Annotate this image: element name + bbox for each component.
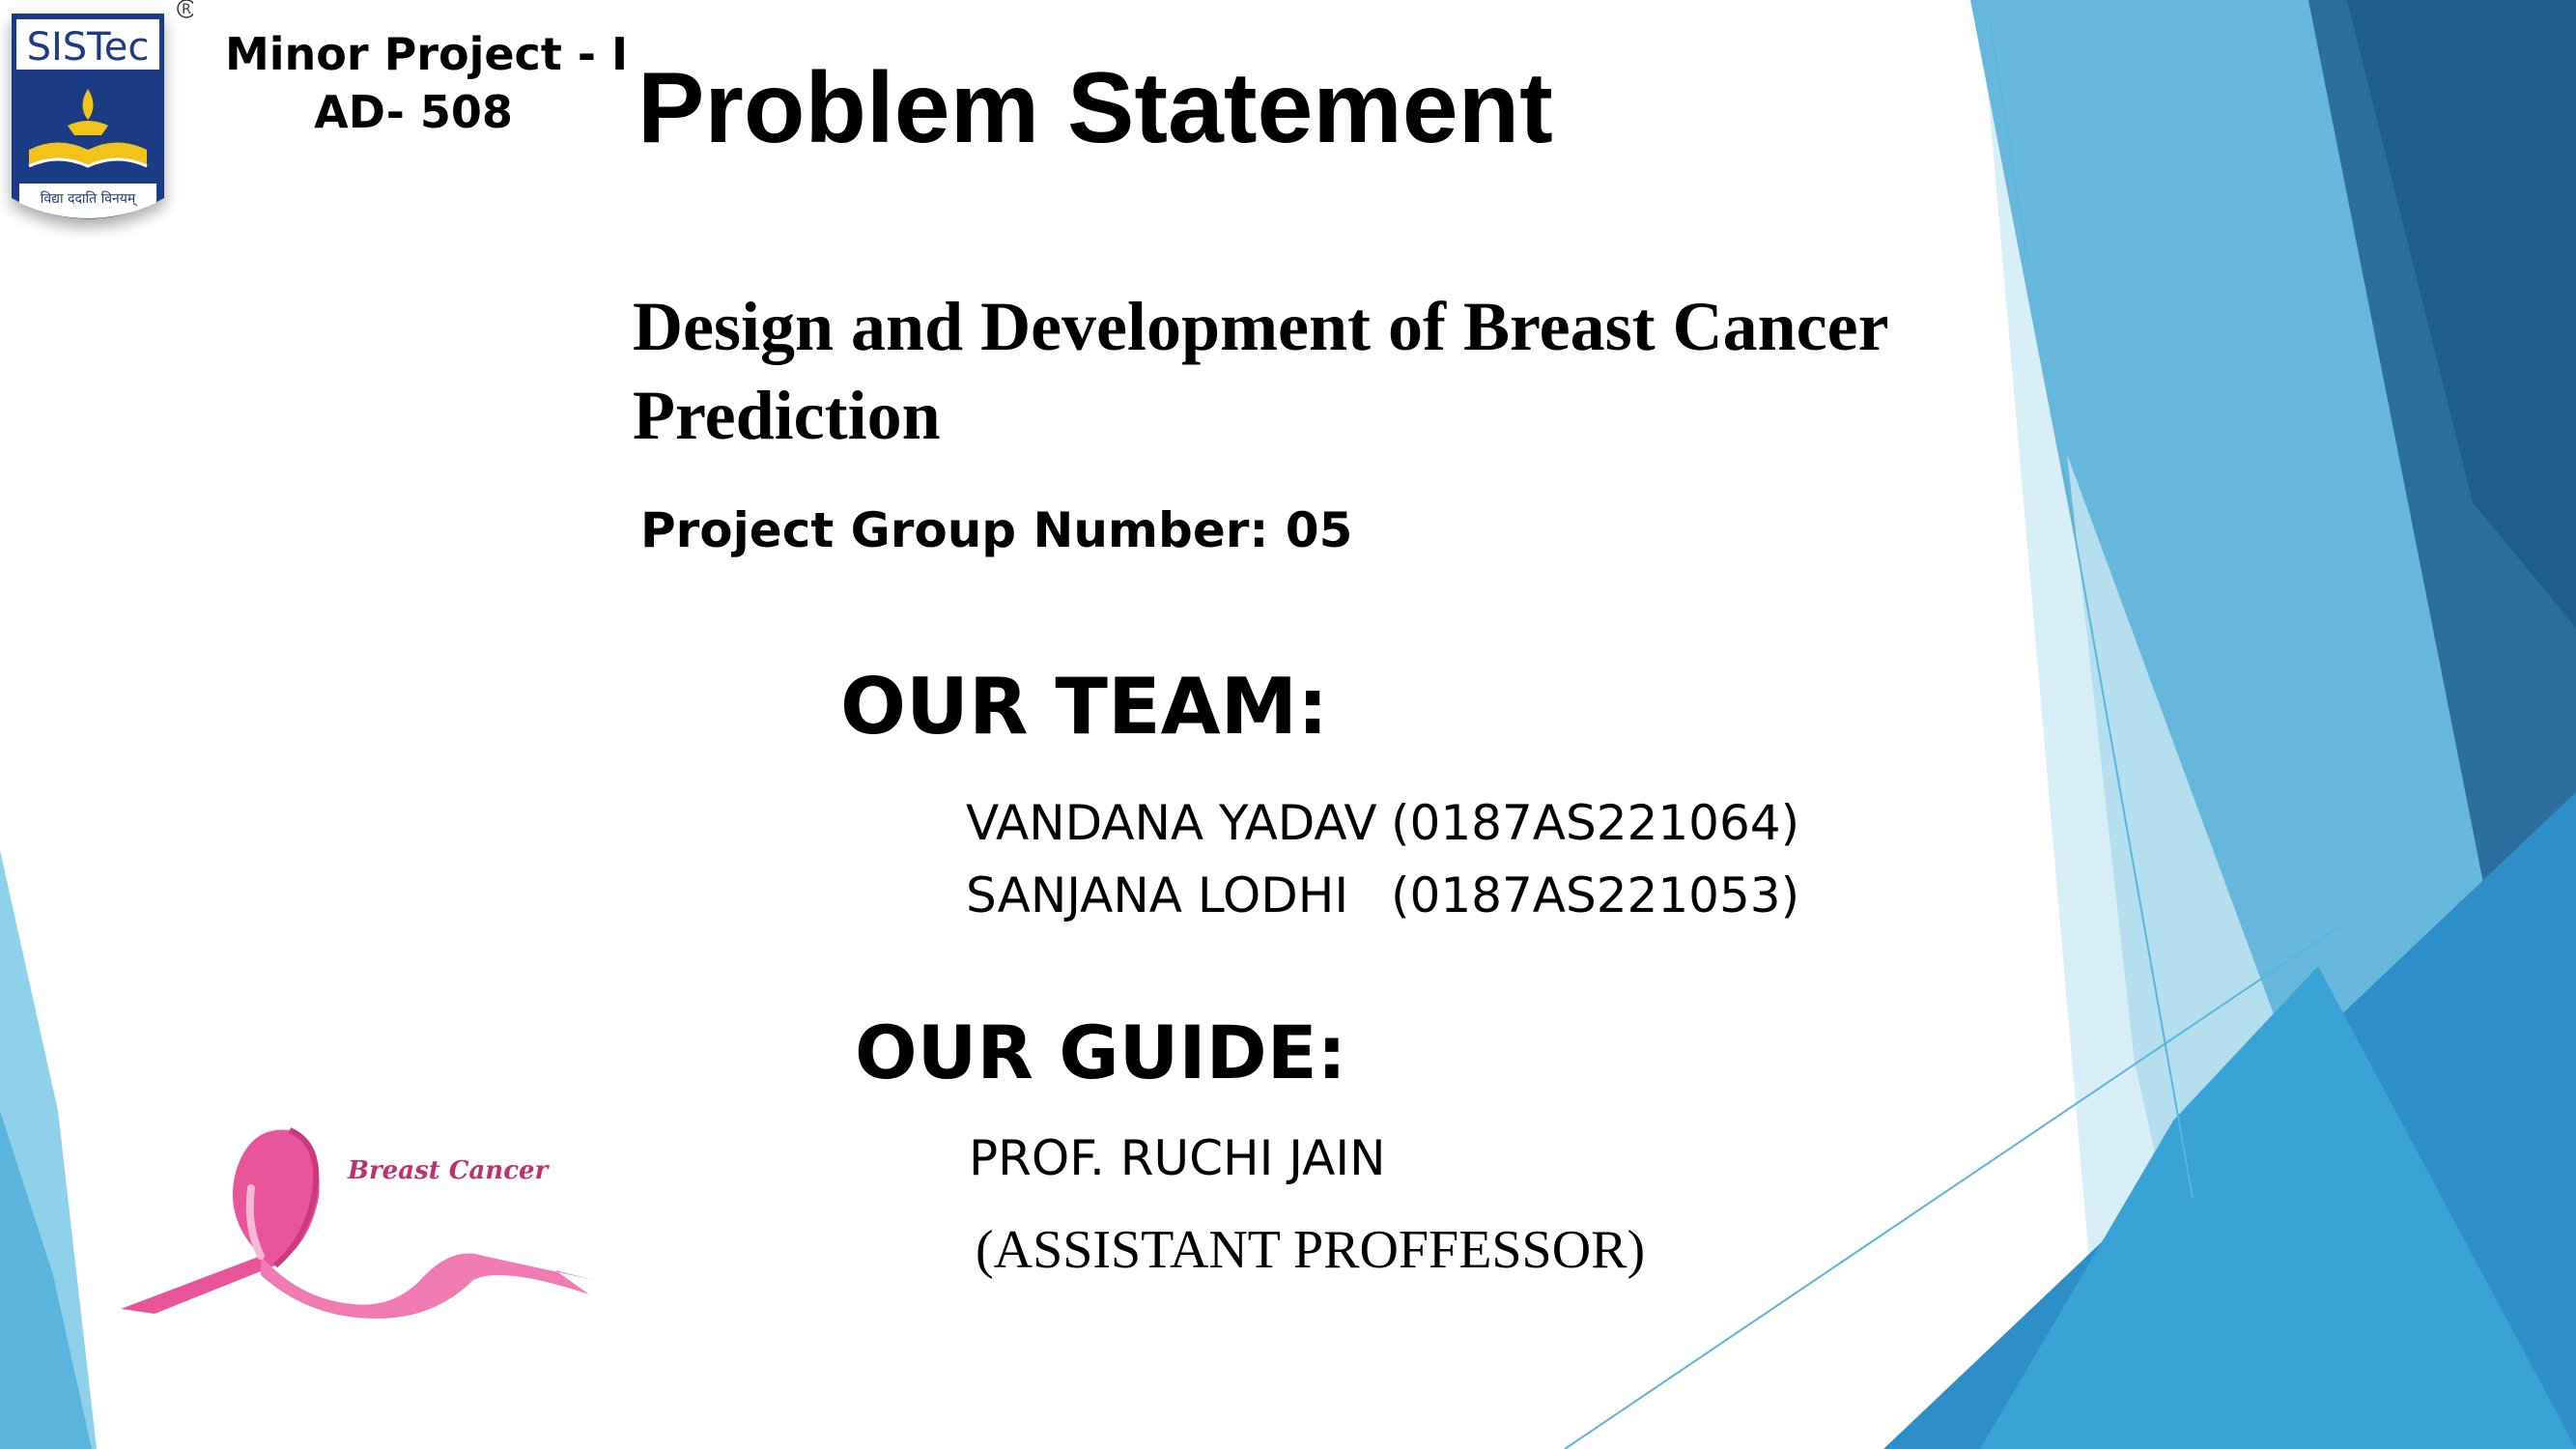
member-name: VANDANA YADAV bbox=[966, 795, 1377, 851]
logo-motto: विद्या ददाति विनयम् bbox=[41, 190, 138, 207]
sistec-logo: SISTec R विद्या ददाति विनयम् bbox=[12, 0, 193, 219]
slide-title: Problem Statement bbox=[637, 52, 1553, 164]
guide-designation: (ASSISTANT PROFFESSOR) bbox=[976, 1220, 1646, 1280]
project-title-line2: Prediction bbox=[633, 377, 941, 454]
course-info: Minor Project - I AD- 508 bbox=[225, 25, 629, 141]
guide-name: PROF. RUCHI JAIN bbox=[969, 1130, 1386, 1186]
member-id: (0187AS221053) bbox=[1391, 867, 1800, 923]
team-heading: OUR TEAM: bbox=[840, 662, 1329, 752]
pink-ribbon-icon: Breast Cancer bbox=[121, 1127, 594, 1319]
slide: SISTec R विद्या ददाति विनयम् Minor Proje… bbox=[0, 0, 2576, 1449]
logo-text: SISTec bbox=[27, 25, 150, 70]
guide-heading: OUR GUIDE: bbox=[855, 1009, 1347, 1095]
project-title: Design and Development of Breast Cancer … bbox=[633, 282, 1889, 460]
course-code: AD- 508 bbox=[314, 86, 513, 138]
group-number: Project Group Number: 05 bbox=[640, 502, 1353, 558]
team-members: VANDANA YADAV (0187AS221064) SANJANA LOD… bbox=[966, 787, 1799, 932]
project-title-line1: Design and Development of Breast Cancer bbox=[633, 288, 1889, 365]
registered-mark: R bbox=[182, 2, 191, 17]
member-name: SANJANA LODHI bbox=[966, 867, 1349, 923]
course-title: Minor Project - I bbox=[225, 28, 629, 80]
team-member-row: SANJANA LODHI (0187AS221053) bbox=[966, 860, 1799, 932]
member-id: (0187AS221064) bbox=[1391, 795, 1800, 851]
team-member-row: VANDANA YADAV (0187AS221064) bbox=[966, 787, 1799, 860]
ribbon-label: Breast Cancer bbox=[347, 1156, 551, 1185]
